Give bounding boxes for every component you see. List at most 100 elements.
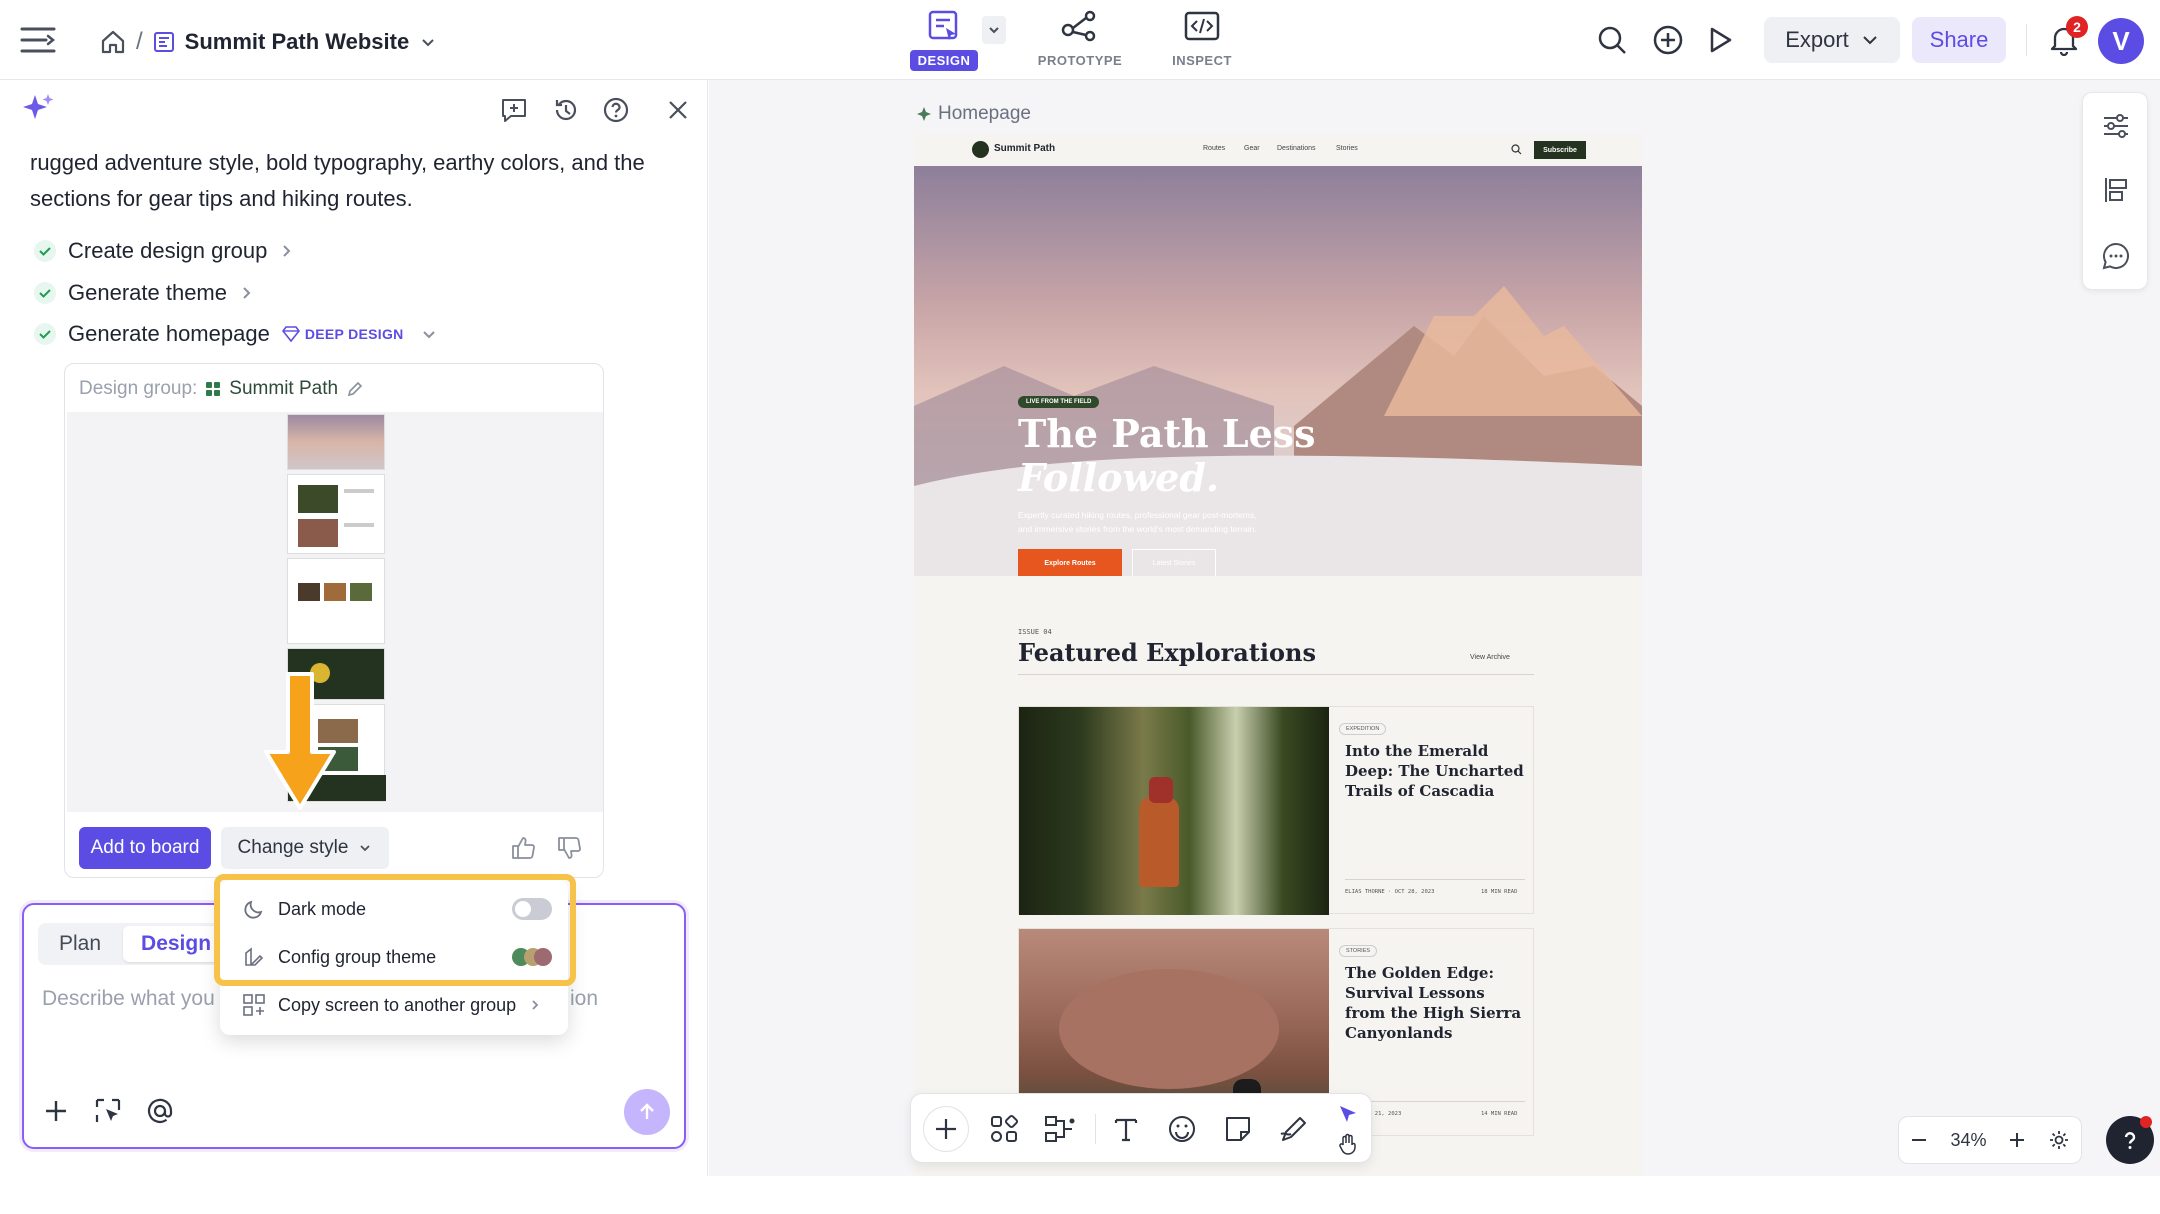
hero-title-2: Followed. (1018, 455, 1220, 500)
question-icon (2124, 1132, 2136, 1149)
layers-icon[interactable] (2099, 173, 2133, 207)
chat-message: rugged adventure style, bold typography,… (30, 150, 645, 211)
sliders-icon[interactable] (2099, 109, 2133, 143)
breadcrumb-separator: / (136, 28, 143, 55)
canvas-toolbar (910, 1093, 1372, 1163)
card-title: The Golden Edge: Survival Lessons from t… (1345, 964, 1522, 1042)
zoom-out-icon[interactable] (1909, 1130, 1929, 1150)
highlight-frame (214, 874, 576, 986)
chevron-right-icon (283, 245, 291, 257)
step-generate-homepage[interactable]: Generate homepage DEEP DESIGN (34, 317, 438, 351)
sparkle-icon (917, 107, 931, 121)
site-brand: Summit Path (994, 143, 1056, 154)
export-label: Export (1785, 27, 1849, 52)
pointer-arrow-icon (262, 672, 338, 812)
hero-subtitle-1: Expertly curated hiking routes, professi… (1018, 510, 1257, 520)
copy-group-icon (243, 994, 265, 1016)
divider (2026, 24, 2027, 56)
settings-gear-icon[interactable] (2048, 1129, 2070, 1151)
sticky-note-icon[interactable] (1221, 1112, 1255, 1146)
arrow-up-icon (640, 1103, 654, 1119)
tab-inspect-label: INSPECT (1172, 53, 1232, 68)
menu-item-label: Copy screen to another group (278, 994, 517, 1015)
help-icon[interactable] (600, 94, 632, 126)
hand-tool-icon[interactable] (1331, 1130, 1365, 1158)
project-title[interactable]: Summit Path Website (185, 29, 410, 55)
zoom-in-icon[interactable] (2007, 1130, 2027, 1150)
tab-prototype-label: PROTOTYPE (1037, 53, 1123, 68)
share-label: Share (1929, 27, 1989, 52)
design-group-name[interactable]: Summit Path (229, 378, 338, 400)
chevron-right-icon (532, 1000, 539, 1010)
homepage-frame[interactable]: Summit Path Routes Gear Destinations Sto… (914, 134, 1642, 1176)
edit-icon[interactable] (346, 380, 364, 398)
check-icon (34, 323, 56, 345)
comment-icon[interactable] (2099, 239, 2133, 273)
chevron-down-icon (422, 331, 435, 339)
add-to-board-button[interactable]: Add to board (79, 827, 211, 869)
hero-title-1: The Path Less (1018, 411, 1316, 456)
right-tool-rail (2082, 92, 2148, 290)
flow-icon[interactable] (1043, 1112, 1077, 1146)
step-create-design-group[interactable]: Create design group (34, 234, 295, 268)
chevron-down-icon (360, 845, 371, 852)
share-button[interactable]: Share (1912, 17, 2006, 63)
close-icon[interactable] (662, 94, 694, 126)
new-chat-icon[interactable] (498, 94, 530, 126)
card-image-forest (1019, 707, 1329, 915)
prompt-placeholder[interactable]: Describe what you (42, 987, 215, 1011)
site-search-icon (1511, 144, 1522, 155)
hero-tag: LIVE FROM THE FIELD (1018, 396, 1100, 408)
step-label: Generate theme (68, 280, 227, 305)
top-bar: / Summit Path Website DESIGN PROTOTYPE I… (0, 0, 2160, 80)
export-button[interactable]: Export (1764, 17, 1900, 63)
thumbs-down-icon[interactable] (553, 832, 585, 864)
step-generate-theme[interactable]: Generate theme (34, 276, 255, 310)
play-icon[interactable] (1702, 22, 1738, 58)
card-tag: STORIES (1339, 945, 1378, 957)
menu-item-copy-screen[interactable]: Copy screen to another group (242, 987, 542, 1023)
add-element-button[interactable] (923, 1106, 969, 1152)
tab-design[interactable]: DESIGN (894, 8, 994, 74)
site-hero: LIVE FROM THE FIELD The Path Less Follow… (914, 166, 1642, 576)
view-archive-link: View Archive (1470, 654, 1510, 661)
cursor-select-icon[interactable] (1331, 1100, 1365, 1128)
search-icon[interactable] (1594, 22, 1630, 58)
thumbs-up-icon[interactable] (507, 832, 539, 864)
add-circle-icon[interactable] (1650, 22, 1686, 58)
section-title: Featured Explorations (1018, 638, 1317, 667)
change-style-button[interactable]: Change style (221, 827, 389, 869)
select-element-icon[interactable] (92, 1095, 124, 1127)
section-divider (1018, 674, 1534, 675)
preview-hero (287, 414, 385, 470)
pen-tool-icon[interactable] (1277, 1112, 1311, 1146)
chevron-down-icon[interactable] (419, 33, 437, 51)
mention-icon[interactable] (144, 1095, 176, 1127)
emoji-icon[interactable] (1165, 1112, 1199, 1146)
card-read-time: 18 MIN READ (1481, 889, 1518, 895)
design-dropdown-chevron-icon[interactable] (982, 16, 1006, 44)
components-icon[interactable] (987, 1112, 1021, 1146)
breadcrumb: / Summit Path Website (100, 22, 437, 62)
bell-icon[interactable]: 2 (2044, 16, 2088, 60)
help-button[interactable] (2106, 1116, 2154, 1164)
frame-label[interactable]: Homepage (916, 103, 1031, 125)
preview-gear (287, 558, 385, 644)
text-tool-icon[interactable] (1109, 1112, 1143, 1146)
site-nav-stories: Stories (1336, 145, 1358, 152)
tab-prototype[interactable]: PROTOTYPE (1030, 8, 1130, 74)
send-button[interactable] (624, 1089, 670, 1135)
hero-subtitle-2: and immersive stories from the world's m… (1018, 524, 1257, 534)
design-group-label: Design group: (79, 378, 198, 399)
history-icon[interactable] (550, 94, 582, 126)
menu-icon[interactable] (18, 20, 58, 60)
avatar[interactable]: V (2098, 18, 2144, 64)
tab-plan[interactable]: Plan (41, 926, 119, 962)
zoom-level[interactable]: 34% (1950, 1130, 1986, 1151)
tab-inspect[interactable]: INSPECT (1152, 8, 1252, 74)
card-read-time: 14 MIN READ (1481, 1111, 1518, 1117)
site-subscribe-button: Subscribe (1534, 141, 1586, 159)
section-issue: ISSUE 04 (1018, 628, 1052, 636)
plus-icon[interactable] (40, 1095, 72, 1127)
home-icon[interactable] (100, 29, 126, 55)
